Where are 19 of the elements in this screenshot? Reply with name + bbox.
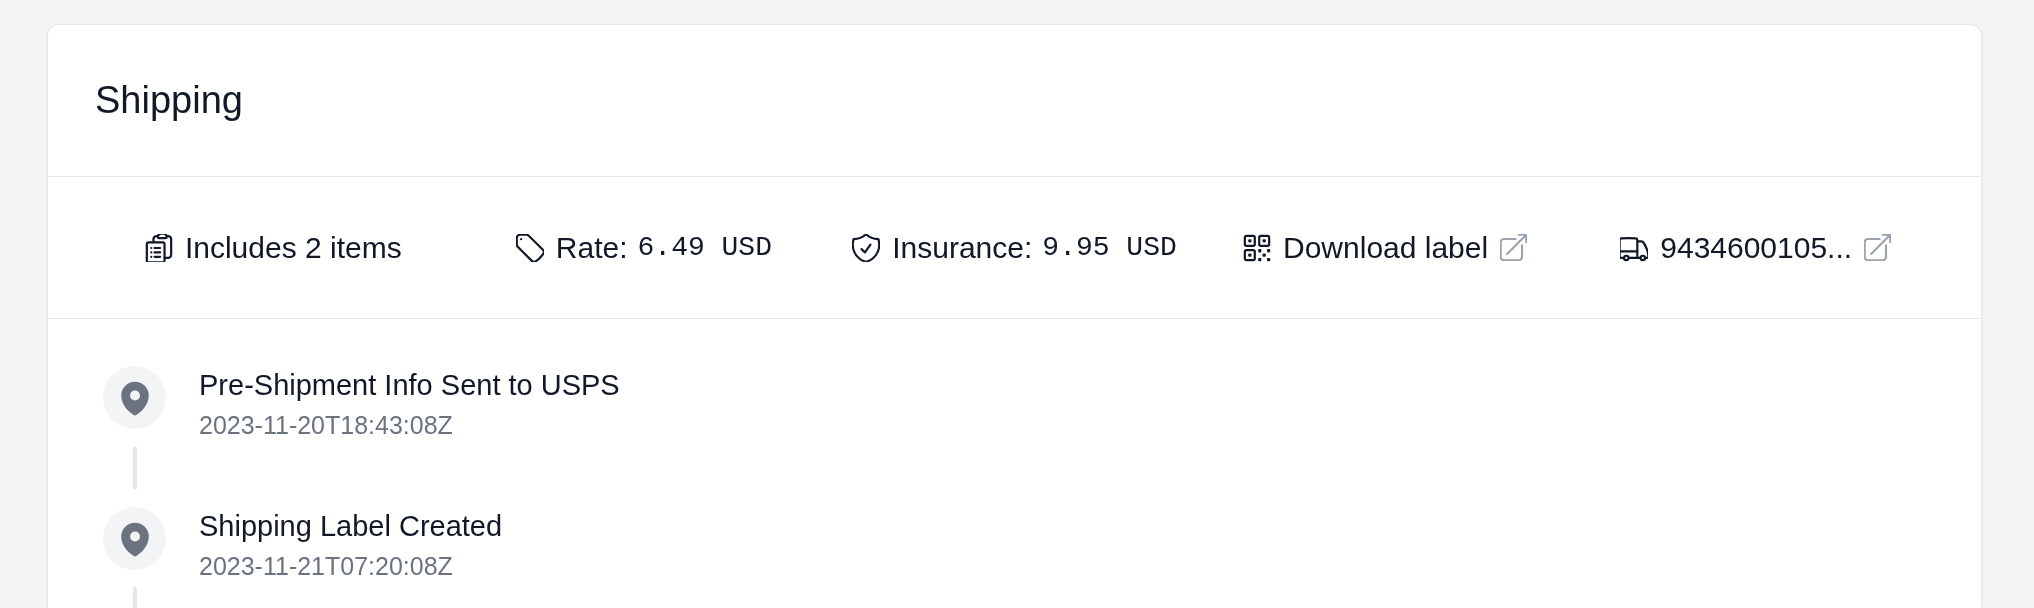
external-link-icon bbox=[1500, 234, 1528, 261]
external-link-icon bbox=[1864, 234, 1892, 261]
qr-code-icon bbox=[1243, 233, 1271, 262]
insurance-label: Insurance: bbox=[892, 229, 1033, 266]
timeline-connector bbox=[132, 446, 137, 490]
tag-icon bbox=[515, 233, 544, 262]
shield-check-icon bbox=[852, 233, 881, 262]
card-title: Shipping bbox=[95, 77, 243, 123]
item-count-text: Includes 2 items bbox=[184, 229, 402, 266]
event-time: 2023-11-21T07:20:08Z bbox=[199, 551, 454, 582]
event-title: Pre-Shipment Info Sent to USPS bbox=[199, 368, 620, 403]
download-label-link[interactable]: Download label bbox=[1283, 229, 1528, 266]
clipboard-list-icon bbox=[144, 233, 173, 262]
tracking-number-link[interactable]: 9434600105... bbox=[1660, 229, 1892, 266]
insurance-value: 9.95 USD bbox=[1042, 230, 1177, 265]
rate-value: 6.49 USD bbox=[637, 230, 772, 265]
event-time: 2023-11-20T18:43:08Z bbox=[199, 410, 454, 441]
rate-label: Rate: bbox=[555, 229, 628, 266]
event-title: Shipping Label Created bbox=[199, 509, 503, 544]
